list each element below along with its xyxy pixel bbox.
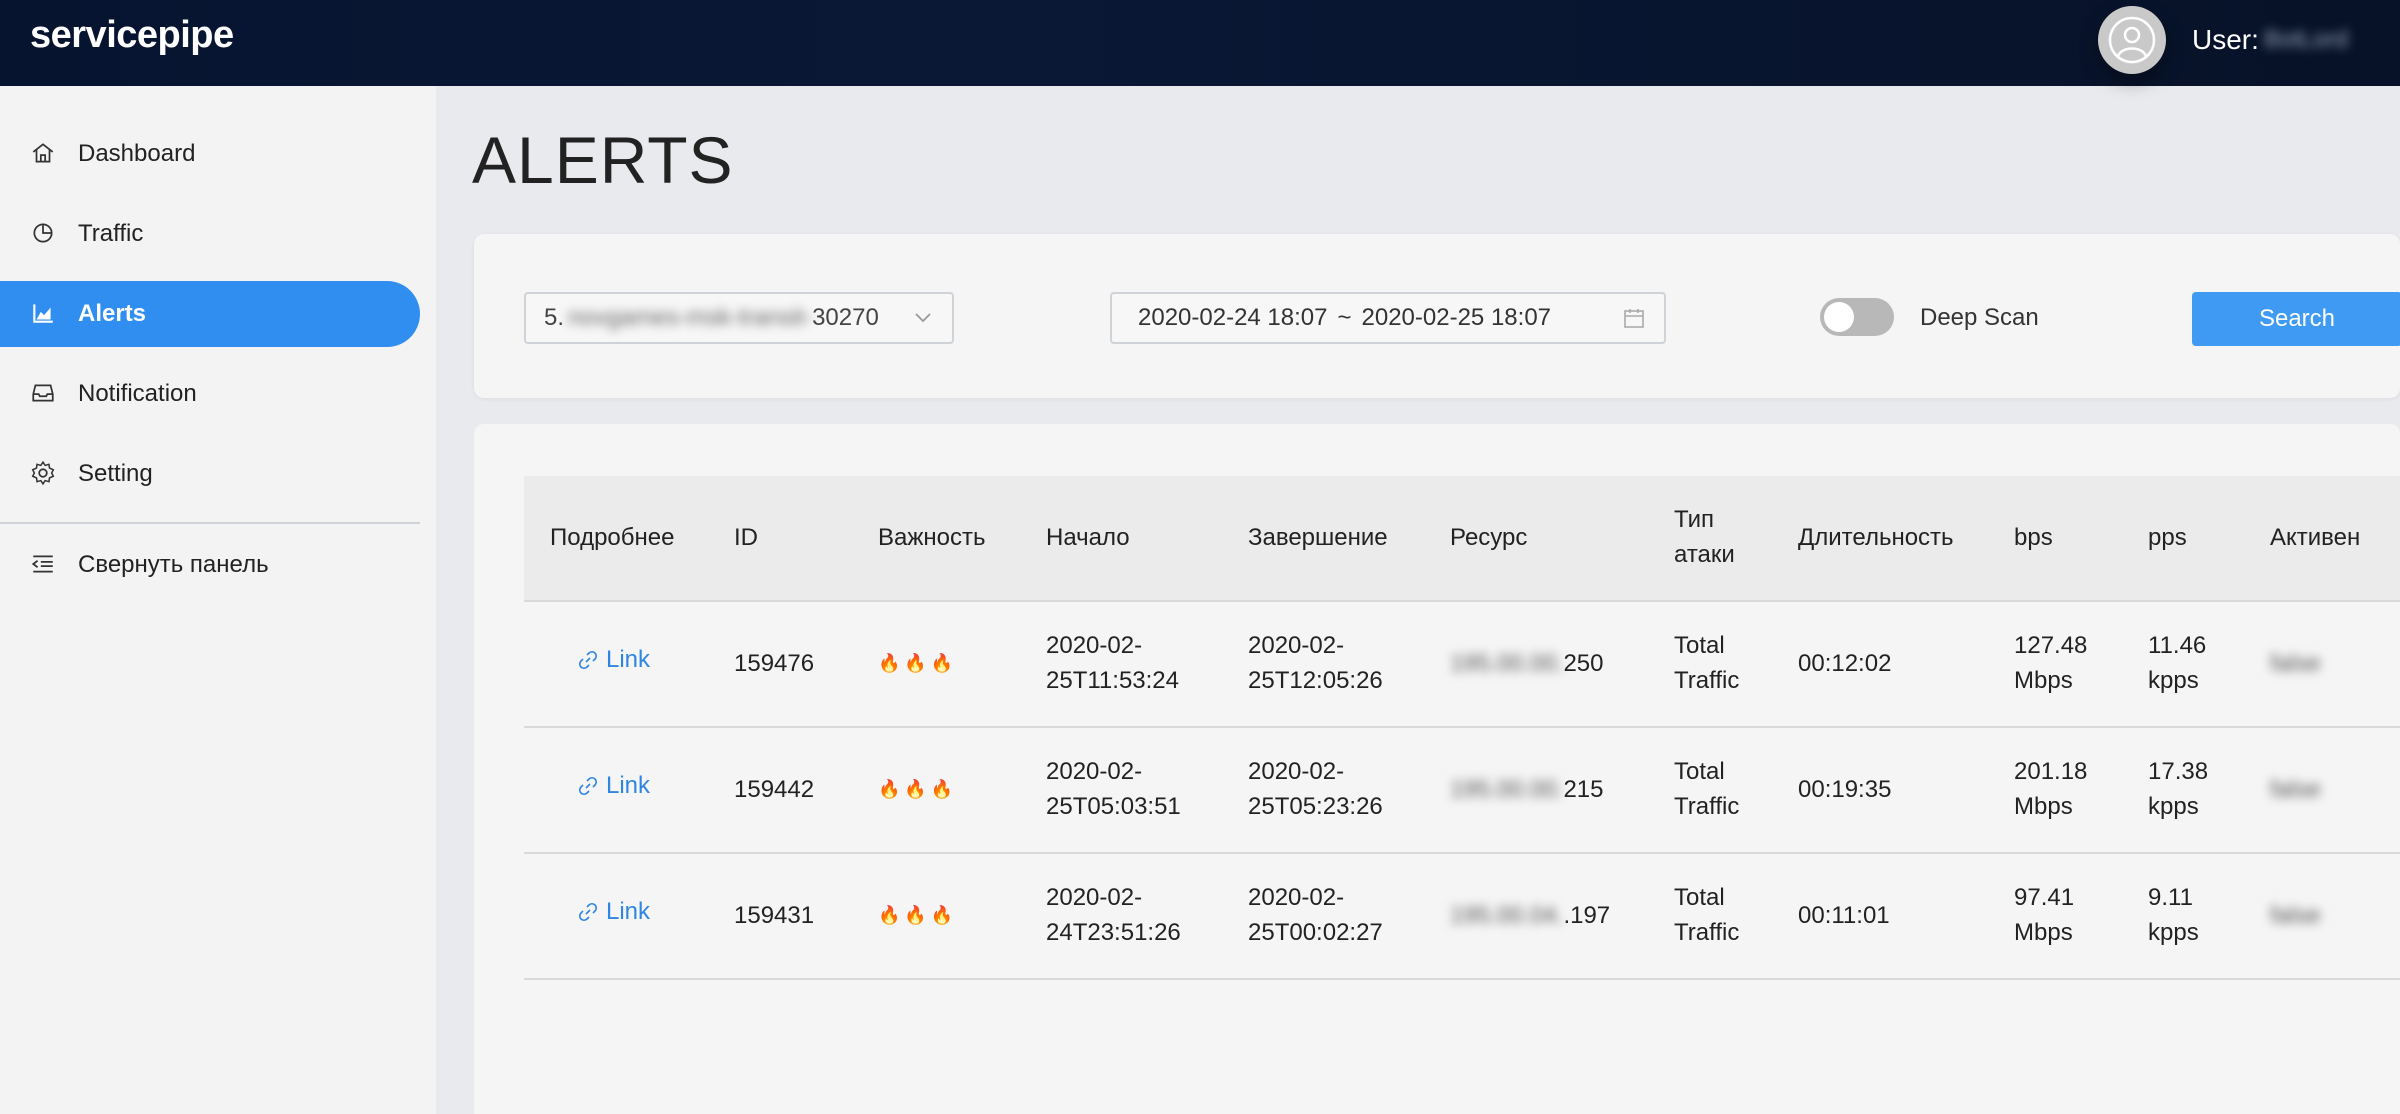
collapse-panel-label: Свернуть панель (78, 551, 269, 578)
search-button[interactable]: Search (2192, 292, 2400, 346)
filter-panel: 5. novgames-msk-transit- 30270 2020-02-2… (474, 234, 2400, 398)
cell-id: 159431 (734, 902, 815, 929)
details-link[interactable]: Link (578, 898, 650, 926)
resource-suffix: 30270 (812, 304, 879, 331)
gear-icon (30, 460, 58, 488)
severity-fire-icons: 🔥🔥🔥 (878, 779, 958, 799)
cell-end: 2020-02- 25T12:05:26 (1248, 632, 1383, 694)
cell-pps: 17.38 kpps (2148, 758, 2209, 820)
cell-duration: 00:11:01 (1798, 902, 1890, 929)
column-header-details[interactable]: Подробнее (550, 520, 674, 555)
row-divider (524, 600, 2400, 602)
sidebar-item-label: Setting (78, 460, 153, 487)
chevron-down-icon (915, 313, 931, 323)
cell-start: 2020-02- 25T05:03:51 (1046, 758, 1181, 820)
brand-logo[interactable]: servicepipe (30, 14, 234, 57)
cell-bps: 201.18 Mbps (2014, 758, 2088, 820)
sidebar: Dashboard Traffic Alerts Notification Se… (0, 86, 436, 1114)
cell-pps: 11.46 kpps (2148, 632, 2207, 694)
calendar-icon (1624, 309, 1644, 328)
link-icon (578, 902, 598, 922)
resource-name-redacted: novgames-msk-transit- (568, 304, 813, 331)
cell-attack-type: Total Traffic (1674, 632, 1740, 694)
cell-id: 159442 (734, 776, 815, 803)
deep-scan-toggle[interactable] (1820, 298, 1894, 336)
link-icon (578, 650, 598, 670)
cell-pps: 9.11 kpps (2148, 884, 2199, 946)
sidebar-item-alerts[interactable]: Alerts (0, 281, 420, 347)
sidebar-item-label: Alerts (78, 300, 147, 327)
details-link-label: Link (606, 898, 651, 925)
toggle-knob (1824, 302, 1854, 332)
details-link-label: Link (606, 646, 651, 673)
cell-end: 2020-02- 25T05:23:26 (1248, 758, 1383, 820)
cell-duration: 00:12:02 (1798, 650, 1892, 677)
column-header-bps[interactable]: bps (2014, 520, 2053, 555)
details-link[interactable]: Link (578, 646, 650, 674)
menu-fold-icon (30, 551, 58, 579)
severity-fire-icons: 🔥🔥🔥 (878, 653, 958, 673)
sidebar-divider (0, 522, 420, 524)
sidebar-item-label: Traffic (78, 220, 144, 247)
sidebar-item-traffic[interactable]: Traffic (0, 201, 420, 267)
severity-fire-icons: 🔥🔥🔥 (878, 905, 958, 925)
cell-bps: 127.48 Mbps (2014, 632, 2088, 694)
column-header-start[interactable]: Начало (1046, 520, 1130, 555)
user-icon (2108, 16, 2156, 64)
resource-select[interactable]: 5. novgames-msk-transit- 30270 (524, 292, 954, 344)
column-header-pps[interactable]: pps (2148, 520, 2187, 555)
collapse-panel-button[interactable]: Свернуть панель (0, 532, 420, 598)
cell-attack-type: Total Traffic (1674, 758, 1740, 820)
column-header-active[interactable]: Активен (2270, 520, 2360, 555)
cell-duration: 00:19:35 (1798, 776, 1892, 803)
cell-active: false (2270, 776, 2321, 803)
cell-end: 2020-02- 25T00:02:27 (1248, 884, 1383, 946)
sidebar-item-dashboard[interactable]: Dashboard (0, 121, 420, 187)
top-bar: servicepipe User: BotLord (0, 0, 2400, 86)
inbox-icon (30, 380, 58, 408)
cell-bps: 97.41 Mbps (2014, 884, 2075, 946)
user-label: User: (2192, 24, 2259, 55)
resource-prefix: 5. (544, 304, 565, 331)
date-separator: ~ (1337, 304, 1352, 331)
sidebar-item-label: Notification (78, 380, 197, 407)
cell-active: false (2270, 902, 2321, 929)
home-icon (30, 140, 58, 168)
date-to[interactable]: 2020-02-25 18:07 (1362, 304, 1552, 332)
cell-start: 2020-02- 25T11:53:24 (1046, 632, 1179, 694)
row-divider (524, 726, 2400, 728)
date-from[interactable]: 2020-02-24 18:07 (1138, 304, 1328, 332)
column-header-resource[interactable]: Ресурс (1450, 520, 1527, 555)
row-divider (524, 852, 2400, 854)
page-title: ALERTS (472, 123, 734, 197)
column-header-severity[interactable]: Важность (878, 520, 986, 555)
cell-resource: 195.00.00.250 (1450, 650, 1604, 677)
column-header-attack-type[interactable]: Тип атаки (1674, 502, 1754, 572)
deep-scan-label: Deep Scan (1920, 304, 2039, 331)
sidebar-item-notification[interactable]: Notification (0, 361, 420, 427)
area-chart-icon (30, 300, 58, 328)
cell-start: 2020-02- 24T23:51:26 (1046, 884, 1181, 946)
date-range-picker[interactable]: 2020-02-24 18:07 ~ 2020-02-25 18:07 (1110, 292, 1666, 344)
pie-chart-icon (30, 220, 58, 248)
row-divider (524, 978, 2400, 980)
column-header-duration[interactable]: Длительность (1798, 520, 1954, 555)
cell-active: false (2270, 650, 2321, 677)
cell-id: 159476 (734, 650, 815, 677)
avatar[interactable] (2098, 6, 2166, 74)
details-link[interactable]: Link (578, 772, 650, 800)
details-link-label: Link (606, 772, 651, 799)
link-icon (578, 776, 598, 796)
cell-resource: 195.00.00.215 (1450, 776, 1604, 803)
cell-resource: 195.00.04..197 (1450, 902, 1611, 929)
cell-attack-type: Total Traffic (1674, 884, 1740, 946)
user-name: BotLord (2264, 26, 2349, 53)
alerts-table: Подробнее ID Важность Начало Завершение … (474, 424, 2400, 1114)
sidebar-item-setting[interactable]: Setting (0, 441, 420, 507)
sidebar-item-label: Dashboard (78, 140, 196, 167)
column-header-end[interactable]: Завершение (1248, 520, 1388, 555)
column-header-id[interactable]: ID (734, 520, 758, 555)
